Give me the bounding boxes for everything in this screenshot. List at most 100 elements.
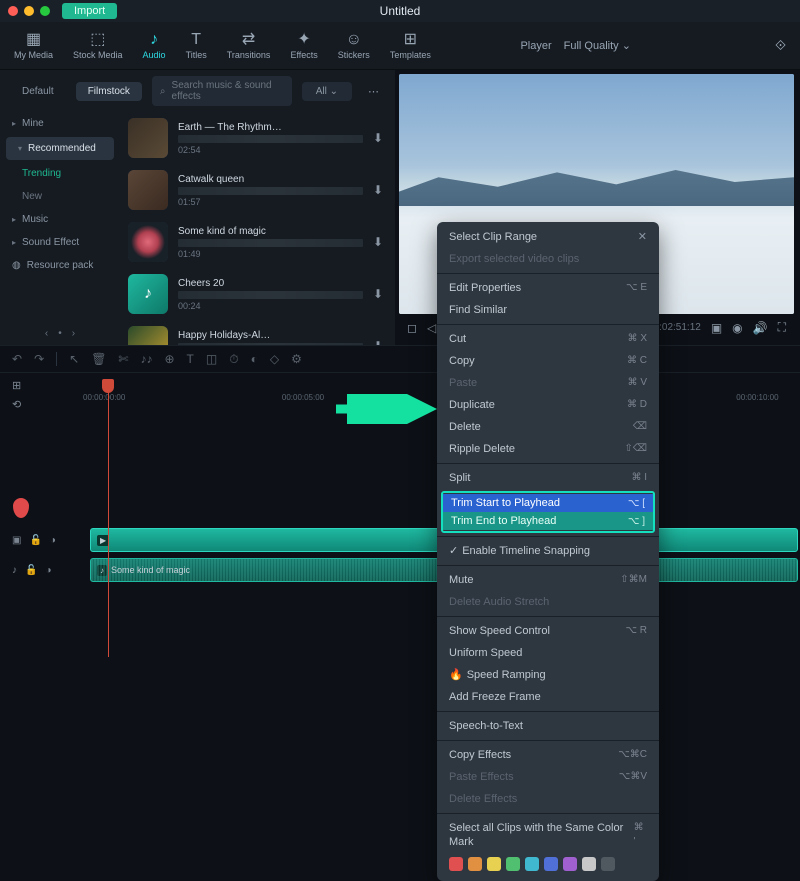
- color-swatch[interactable]: [601, 857, 615, 871]
- timeline[interactable]: ⊞ ⟲ 00:00:00:00 00:00:05:00 00:00:10:00 …: [0, 373, 800, 657]
- ctx-duplicate[interactable]: Duplicate⌘ D: [437, 394, 659, 416]
- ctx-ripple-delete[interactable]: Ripple Delete⇧⌫: [437, 438, 659, 460]
- more-tools[interactable]: ⚙: [291, 352, 302, 366]
- speed-tool[interactable]: ⏱: [229, 352, 238, 367]
- import-button[interactable]: Import: [62, 3, 117, 19]
- stickers-tool[interactable]: ☺Stickers: [338, 32, 370, 60]
- ctx-freeze-frame[interactable]: Add Freeze Frame: [437, 686, 659, 708]
- track-audio-icon[interactable]: ♪: [12, 565, 17, 576]
- fullscreen-icon[interactable]: ⛶: [778, 320, 786, 335]
- sidebar-item-sound-effect[interactable]: ▸Sound Effect: [0, 231, 120, 254]
- ctx-cut[interactable]: Cut⌘ X: [437, 328, 659, 350]
- ctx-delete[interactable]: Delete⌫: [437, 416, 659, 438]
- my-media-tool[interactable]: ▦My Media: [14, 32, 53, 60]
- list-item[interactable]: Catwalk queen01:57 ⬇: [120, 164, 391, 216]
- download-icon[interactable]: ⬇: [373, 235, 383, 249]
- ctx-speed-control[interactable]: Show Speed Control⌥ R: [437, 620, 659, 642]
- color-swatch[interactable]: [506, 857, 520, 871]
- undo-button[interactable]: ↶: [12, 352, 22, 366]
- download-icon[interactable]: ⬇: [373, 287, 383, 301]
- track-thumbnail: [128, 118, 168, 158]
- quality-dropdown[interactable]: Full Quality ⌄: [564, 39, 631, 52]
- sidebar-item-new[interactable]: New: [0, 185, 120, 208]
- sidebar-item-recommended[interactable]: ▾Recommended: [6, 137, 114, 160]
- track-mute-icon[interactable]: ◑: [50, 535, 56, 546]
- ctx-uniform-speed[interactable]: Uniform Speed: [437, 642, 659, 664]
- titles-tool[interactable]: TTitles: [186, 32, 207, 60]
- sidebar-prev-button[interactable]: ‹: [45, 328, 48, 339]
- stickers-icon: ☺: [346, 32, 362, 48]
- ctx-edit-properties[interactable]: Edit Properties⌥ E: [437, 277, 659, 299]
- stop-button[interactable]: ◻: [407, 321, 417, 335]
- sidebar-item-mine[interactable]: ▸Mine: [0, 112, 120, 135]
- playhead-handle[interactable]: [102, 379, 114, 393]
- music-tool[interactable]: ♪♪: [140, 352, 152, 366]
- sidebar-item-trending[interactable]: Trending: [0, 162, 120, 185]
- list-item[interactable]: Some kind of magic01:49 ⬇: [120, 216, 391, 268]
- track-visibility-icon[interactable]: ▣: [12, 535, 21, 546]
- sidebar-item-resource-pack[interactable]: ◍Resource pack: [0, 254, 120, 277]
- close-icon[interactable]: ✕: [638, 230, 647, 244]
- download-icon[interactable]: ⬇: [373, 131, 383, 145]
- tab-filmstock[interactable]: Filmstock: [76, 82, 142, 101]
- timeline-toggle-icon[interactable]: ⊞: [12, 379, 21, 392]
- track-lock-icon[interactable]: 🔓: [25, 565, 37, 576]
- templates-tool[interactable]: ⊞Templates: [390, 32, 431, 60]
- keyframe-tool[interactable]: ◇: [270, 352, 279, 366]
- close-window-button[interactable]: [8, 6, 18, 16]
- color-swatch[interactable]: [525, 857, 539, 871]
- ctx-snapping[interactable]: ✓Enable Timeline Snapping: [437, 540, 659, 562]
- timeline-link-icon[interactable]: ⟲: [12, 398, 21, 411]
- cube-icon: ◍: [12, 260, 21, 271]
- zoom-window-button[interactable]: [40, 6, 50, 16]
- download-icon[interactable]: ⬇: [373, 183, 383, 197]
- scissors-button[interactable]: ✄: [118, 352, 128, 366]
- list-item[interactable]: ♪ Cheers 2000:24 ⬇: [120, 268, 391, 320]
- ctx-speech-to-text[interactable]: Speech-to-Text: [437, 715, 659, 737]
- download-icon[interactable]: ⬇: [373, 339, 383, 345]
- sidebar-item-music[interactable]: ▸Music: [0, 208, 120, 231]
- track-lock-icon[interactable]: 🔓: [29, 535, 41, 546]
- color-swatch[interactable]: [563, 857, 577, 871]
- effects-tool[interactable]: ✦Effects: [290, 32, 317, 60]
- ctx-trim-start[interactable]: Trim Start to Playhead⌥ [: [443, 494, 653, 512]
- tab-default[interactable]: Default: [10, 82, 66, 101]
- camera-icon[interactable]: ◉: [732, 321, 742, 335]
- filter-all-dropdown[interactable]: All ⌄: [302, 82, 352, 101]
- volume-icon[interactable]: 🔊: [753, 321, 768, 335]
- ctx-speed-ramping[interactable]: 🔥Speed Ramping: [437, 664, 659, 686]
- ctx-copy[interactable]: Copy⌘ C: [437, 350, 659, 372]
- ctx-copy-effects[interactable]: Copy Effects⌥⌘C: [437, 744, 659, 766]
- stock-media-tool[interactable]: ⬚Stock Media: [73, 32, 123, 60]
- track-mute-icon[interactable]: ◑: [45, 565, 51, 576]
- color-swatch[interactable]: [487, 857, 501, 871]
- color-swatch[interactable]: [544, 857, 558, 871]
- minimize-window-button[interactable]: [24, 6, 34, 16]
- crop-tool[interactable]: ◫: [206, 352, 217, 366]
- ctx-find-similar[interactable]: Find Similar: [437, 299, 659, 321]
- audio-tool[interactable]: ♪Audio: [143, 32, 166, 60]
- cursor-tool[interactable]: ↖: [69, 352, 79, 366]
- playhead[interactable]: [108, 385, 109, 657]
- ctx-split[interactable]: Split⌘ I: [437, 467, 659, 489]
- list-item[interactable]: Earth — The Rhythm…02:54 ⬇: [120, 112, 391, 164]
- text-tool[interactable]: T: [187, 352, 194, 366]
- transitions-tool[interactable]: ⇄Transitions: [227, 32, 271, 60]
- search-input[interactable]: ⌕ Search music & sound effects: [152, 76, 292, 106]
- more-options-button[interactable]: ⋯: [362, 85, 385, 98]
- delete-button[interactable]: 🗑: [91, 352, 106, 366]
- prev-frame-button[interactable]: ◁: [427, 321, 436, 335]
- redo-button[interactable]: ↷: [34, 352, 44, 366]
- list-item[interactable]: Happy Holidays-Al…01:09 ⬇: [120, 320, 391, 345]
- ctx-mute[interactable]: Mute⇧⌘M: [437, 569, 659, 591]
- snapshot-icon[interactable]: ▣: [711, 321, 722, 335]
- color-tool[interactable]: ◐: [251, 352, 258, 366]
- ctx-color-mark[interactable]: Select all Clips with the Same Color Mar…: [437, 817, 659, 853]
- snapshot-button[interactable]: ⟐: [775, 37, 786, 54]
- color-swatch[interactable]: [582, 857, 596, 871]
- ctx-trim-end[interactable]: Trim End to Playhead⌥ ]: [443, 512, 653, 530]
- zoom-tool[interactable]: ⊕: [164, 352, 174, 366]
- color-swatch[interactable]: [468, 857, 482, 871]
- color-swatch[interactable]: [449, 857, 463, 871]
- sidebar-next-button[interactable]: ›: [72, 328, 75, 339]
